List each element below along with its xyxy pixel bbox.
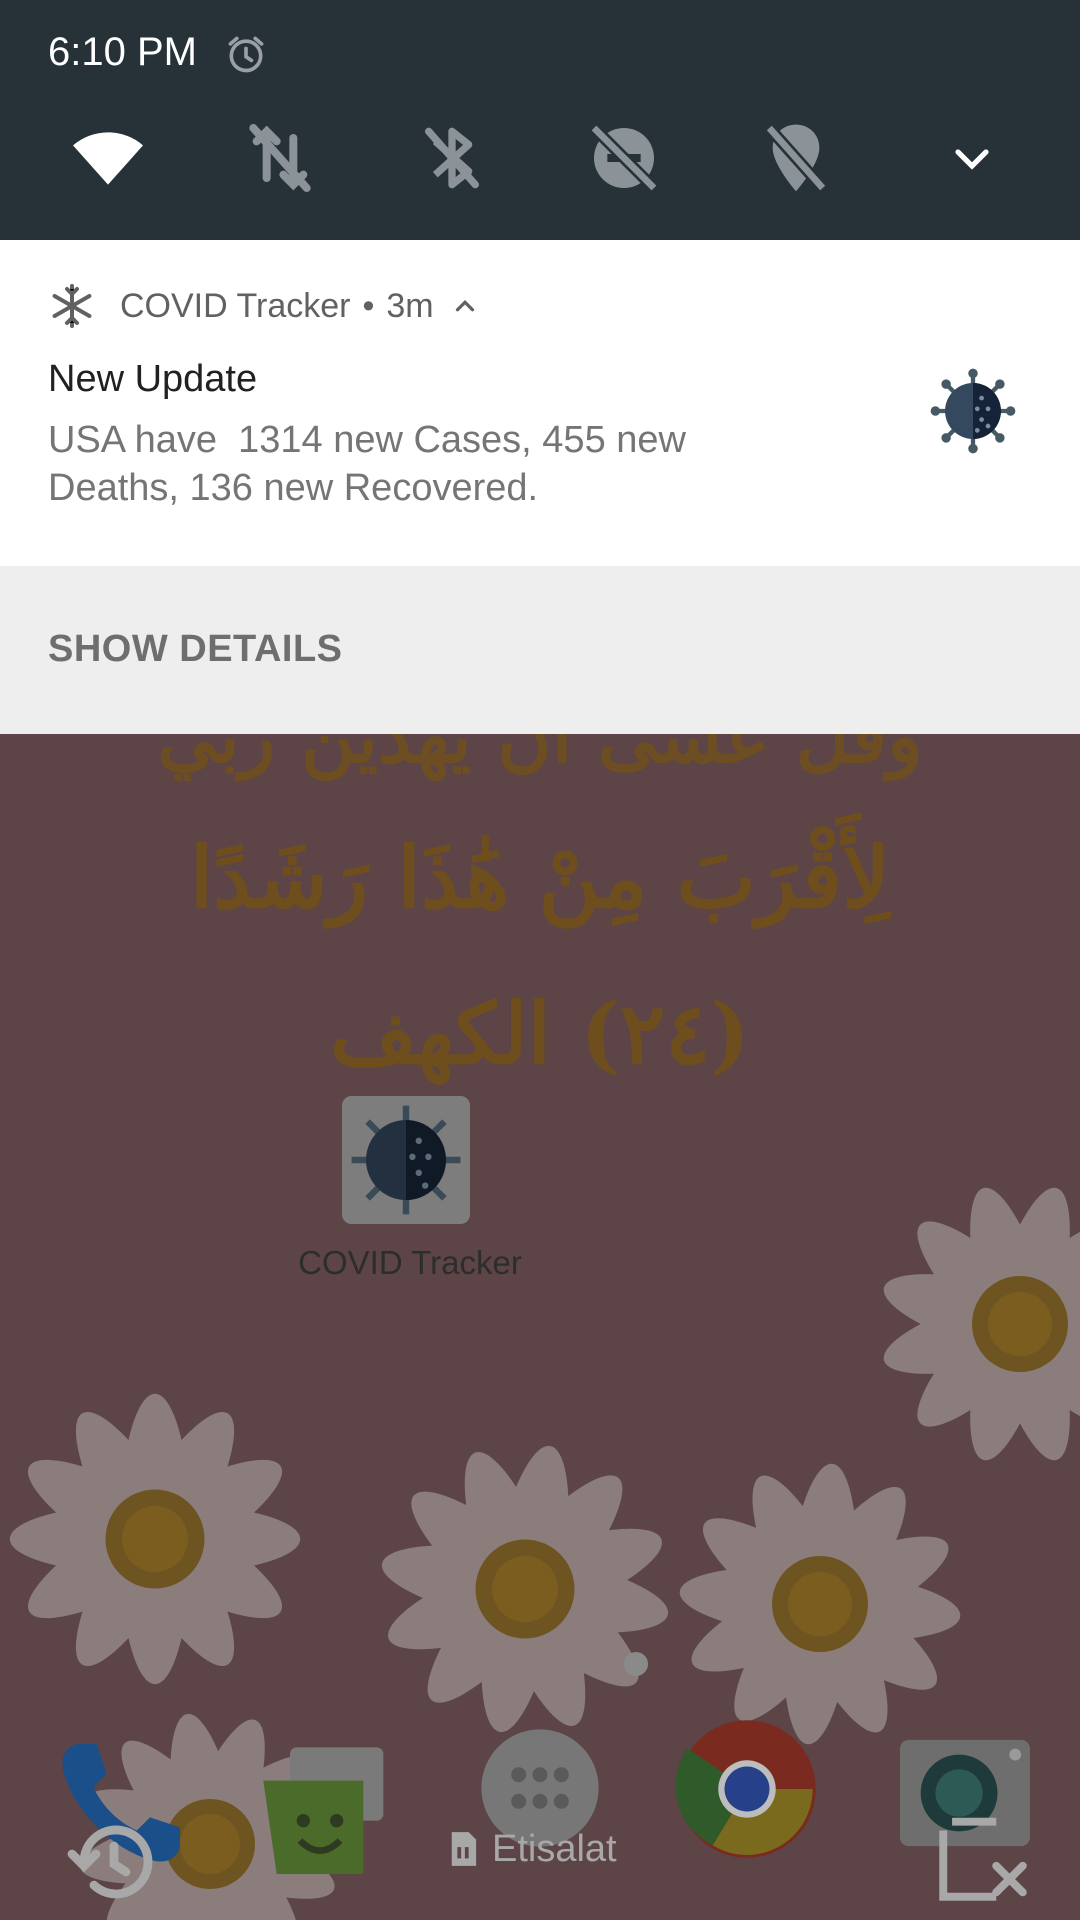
virus-icon	[342, 1096, 470, 1224]
wallpaper-text-line: وقل عسى أن يهدين ربي	[157, 734, 923, 780]
wallpaper-text-line: لِأَقْرَبَ مِنْ هَٰذَا رَشَدًا	[189, 828, 891, 927]
quick-settings-panel: 6:10 PM	[0, 0, 1080, 240]
messaging-icon[interactable]	[250, 1734, 410, 1894]
do-not-disturb-off-icon	[589, 123, 659, 193]
sim-card-icon	[451, 1832, 477, 1866]
notification-actions: SHOW DETAILS	[0, 566, 1080, 735]
location-tile[interactable]	[756, 118, 836, 198]
wallpaper-text-line: (٢٤) الكهف	[330, 984, 750, 1083]
location-off-icon	[764, 124, 828, 192]
mobile-data-off-icon	[249, 124, 311, 192]
daisy-flower	[381, 1445, 669, 1733]
daisy-flower	[883, 1187, 1080, 1461]
covid-tracker-app-icon[interactable]	[342, 1096, 470, 1224]
notification-separator: •	[362, 286, 375, 325]
daisy-flower	[9, 1393, 301, 1685]
show-details-button[interactable]: SHOW DETAILS	[48, 628, 343, 671]
carrier-label: Etisalat	[448, 1826, 617, 1872]
page-indicator-dot	[624, 1652, 648, 1676]
notification-card[interactable]: COVID Tracker • 3m New Update USA have 1…	[0, 240, 1080, 566]
notification-title: New Update	[48, 358, 258, 400]
app-label: COVID Tracker	[298, 1244, 522, 1281]
bluetooth-off-icon	[425, 127, 479, 189]
mobile-data-tile[interactable]	[240, 118, 320, 198]
notification-header: COVID Tracker • 3m	[48, 284, 480, 328]
history-icon[interactable]	[66, 1814, 162, 1910]
chrome-icon[interactable]	[672, 1714, 822, 1864]
notification-app-name: COVID Tracker	[120, 286, 351, 325]
chevron-up-icon[interactable]	[450, 291, 480, 321]
home-wallpaper: وقل عسى أن يهدين ربي لِأَقْرَبَ مِنْ هَٰ…	[0, 734, 1080, 1920]
snowflake-icon	[52, 284, 92, 328]
wifi-icon	[73, 132, 143, 185]
carrier-name: Etisalat	[492, 1827, 617, 1870]
clear-all-icon[interactable]	[930, 1804, 1036, 1910]
bluetooth-tile[interactable]	[412, 118, 492, 198]
virus-icon	[930, 368, 1016, 454]
notification-text: USA have 1314 new Cases, 455 new Deaths,…	[48, 419, 686, 509]
notification-time: 3m	[386, 286, 434, 325]
alarm-icon	[228, 36, 264, 73]
wifi-tile[interactable]	[68, 118, 148, 198]
do-not-disturb-tile[interactable]	[584, 118, 664, 198]
chevron-down-icon[interactable]	[948, 128, 996, 188]
status-time: 6:10 PM	[48, 30, 197, 74]
